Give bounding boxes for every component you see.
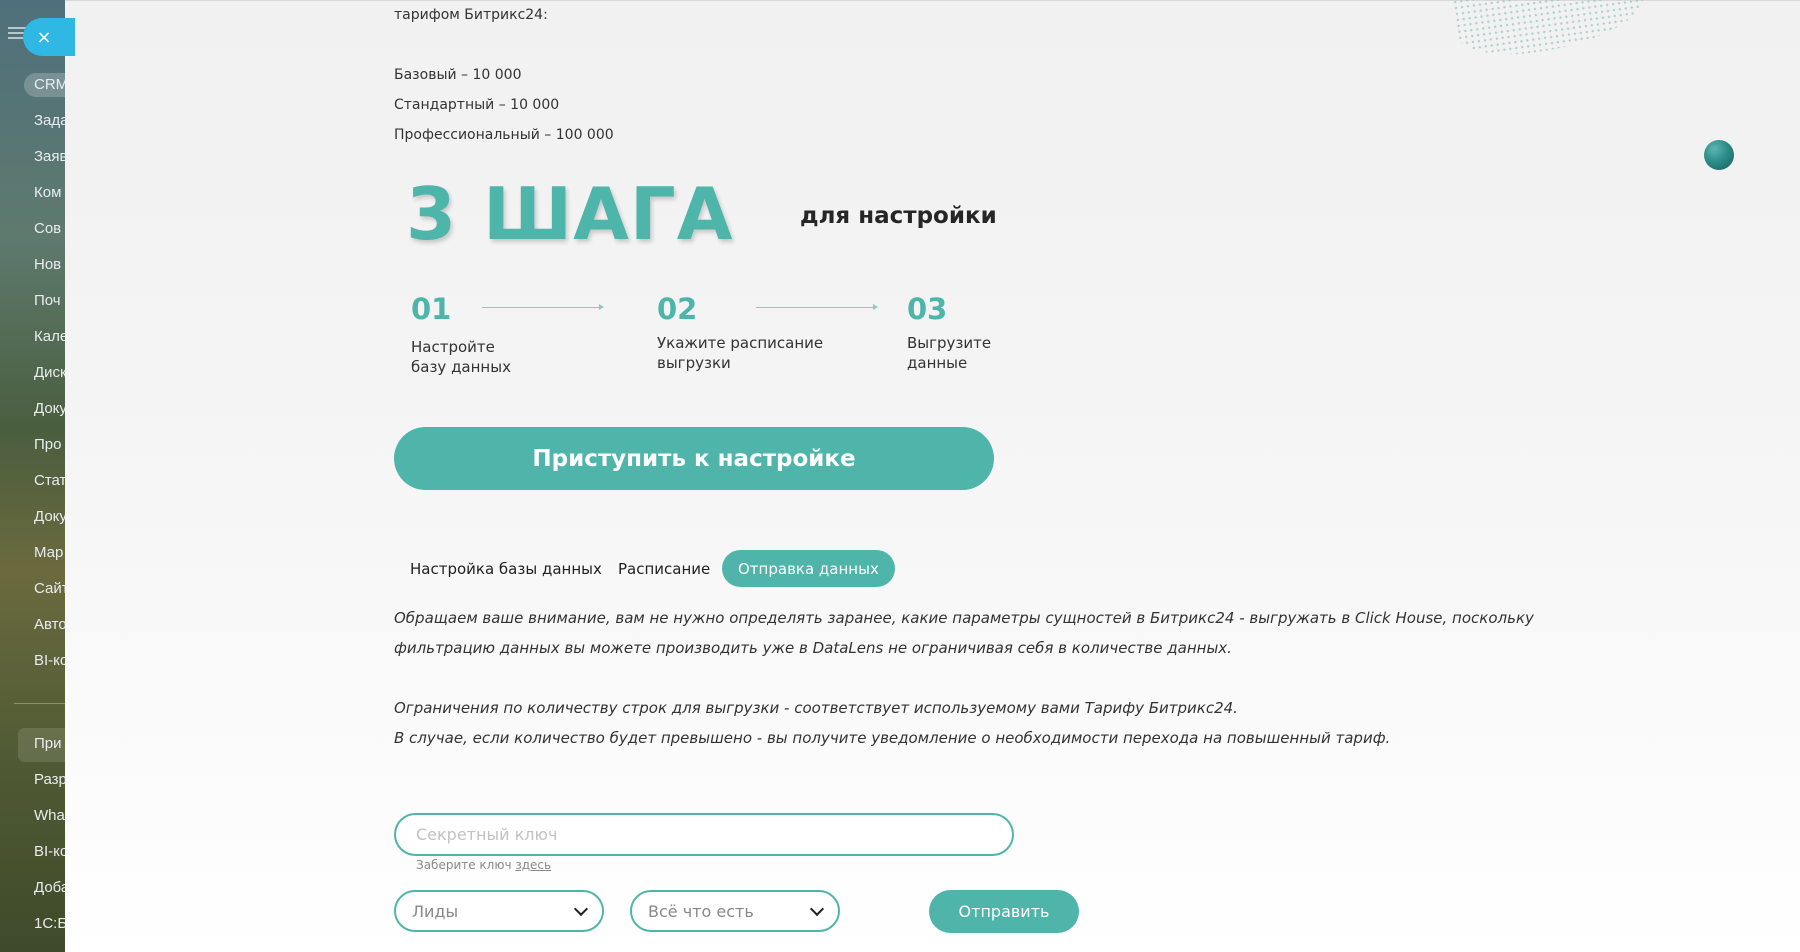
sidebar-item[interactable]: Заяв <box>34 148 66 165</box>
sidebar-item[interactable]: Стат <box>34 472 66 489</box>
sidebar-item[interactable]: Сайт <box>34 580 66 597</box>
sidebar-app-item[interactable]: Доба <box>34 879 66 896</box>
sidebar-item[interactable]: Зада <box>34 112 66 129</box>
tariff-intro: тарифом Битрикс24: <box>394 7 548 23</box>
decorative-sphere-icon <box>1704 140 1734 170</box>
sidebar-item[interactable]: Доку <box>34 400 66 417</box>
sidebar-divider <box>14 703 66 704</box>
sidebar-item[interactable]: Нов <box>34 256 61 273</box>
sidebar-app-item[interactable]: При <box>34 735 62 752</box>
sidebar-item[interactable]: Доку <box>34 508 66 525</box>
close-slider-button[interactable]: × <box>23 18 75 56</box>
key-hint: Заберите ключ здесь <box>416 858 551 872</box>
step-line: Укажите расписание <box>657 334 824 352</box>
step-number: 01 <box>411 292 452 326</box>
step-number: 03 <box>907 292 948 326</box>
sidebar-app-item[interactable]: 1С:Б <box>34 915 66 932</box>
sidebar-item[interactable]: Авто <box>34 616 66 633</box>
chevron-down-icon <box>573 901 589 917</box>
start-setup-button[interactable]: Приступить к настройке <box>394 427 994 490</box>
chevron-down-icon <box>809 901 825 917</box>
step-number: 02 <box>657 292 698 326</box>
hero-title: 3 ШАГА <box>406 172 734 256</box>
sidebar-item[interactable]: Сов <box>34 220 61 237</box>
sidebar-item[interactable]: Поч <box>34 292 61 309</box>
note-line: В случае, если количество будет превышен… <box>394 729 1391 747</box>
background-sidebar: CRM Зада Заяв Ком Сов Нов Поч Кале Диск … <box>0 0 66 952</box>
tariff-professional: Профессиональный – 100 000 <box>394 127 614 143</box>
sidebar-item[interactable]: Про <box>34 436 61 453</box>
entity-select[interactable]: Лиды <box>394 890 604 932</box>
sidebar-item[interactable]: Диск <box>34 364 66 381</box>
sidebar-app-item[interactable]: Разр <box>34 771 66 788</box>
sidebar-app-item[interactable]: BI-ко <box>34 843 66 860</box>
tab-send-data[interactable]: Отправка данных <box>722 550 895 587</box>
sidebar-app-item[interactable]: Wha <box>34 807 65 824</box>
key-link[interactable]: здесь <box>515 858 551 872</box>
key-hint-text: Заберите ключ <box>416 858 516 872</box>
step-line: данные <box>907 354 968 372</box>
tab-database-setup[interactable]: Настройка базы данных <box>410 550 602 587</box>
step-line: Выгрузите <box>907 334 992 352</box>
sidebar-item-crm[interactable]: CRM <box>34 76 66 93</box>
step-line: Настройте <box>411 338 495 356</box>
scope-select-value: Всё что есть <box>648 901 754 921</box>
sidebar-item[interactable]: Кале <box>34 328 66 345</box>
tariff-basic: Базовый – 10 000 <box>394 67 522 83</box>
step-line: выгрузки <box>657 354 731 372</box>
sidebar-item[interactable]: Ком <box>34 184 61 201</box>
entity-select-value: Лиды <box>412 901 459 921</box>
decorative-dots-icon <box>1451 0 1649 63</box>
step-arrow-icon <box>482 304 604 310</box>
step-arrow-icon <box>756 304 878 310</box>
hero-subtitle: для настройки <box>800 203 997 229</box>
app-panel: тарифом Битрикс24: Базовый – 10 000 Стан… <box>65 0 1800 952</box>
sidebar-item[interactable]: Мар <box>34 544 63 561</box>
note-line: Ограничения по количеству строк для выгр… <box>394 699 1238 717</box>
sidebar-item[interactable]: BI-ко <box>34 652 66 669</box>
note-line: фильтрацию данных вы можете производить … <box>394 639 1232 657</box>
tariff-standard: Стандартный – 10 000 <box>394 97 560 113</box>
tab-schedule[interactable]: Расписание <box>618 550 710 587</box>
step-description: Настройте базу данных <box>411 337 511 377</box>
close-icon: × <box>36 26 52 48</box>
step-description: Укажите расписание выгрузки <box>657 333 823 373</box>
send-button[interactable]: Отправить <box>929 890 1079 933</box>
scope-select[interactable]: Всё что есть <box>630 890 840 932</box>
step-description: Выгрузите данные <box>907 333 991 373</box>
note-line: Обращаем ваше внимание, вам не нужно опр… <box>394 609 1534 627</box>
step-line: базу данных <box>411 358 511 376</box>
secret-key-input[interactable] <box>394 813 1014 856</box>
